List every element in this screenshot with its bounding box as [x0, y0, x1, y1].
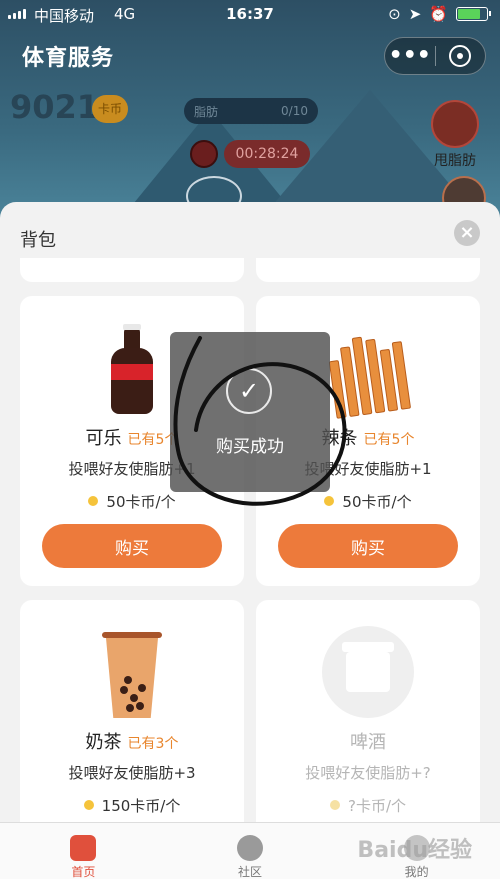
fat-progress-bar: 脂肪 0/10 — [184, 98, 318, 124]
page-title: 体育服务 — [22, 46, 115, 71]
check-circle-icon: ✓ — [226, 368, 272, 414]
item-price-row: 50卡币/个 — [256, 491, 480, 512]
fat-label: 脂肪 — [194, 104, 219, 119]
item-owned-count: 已有3个 — [127, 736, 179, 752]
tab-home[interactable]: 首页 — [0, 823, 167, 879]
item-price: ?卡币/个 — [347, 797, 406, 815]
item-price-row: ?卡币/个 — [256, 795, 480, 816]
home-icon — [70, 835, 97, 861]
coin-balance: 9021 — [10, 88, 100, 126]
item-price: 50卡币/个 — [106, 493, 176, 511]
buy-button-spicy-strips[interactable]: 购买 — [278, 524, 458, 568]
battery-icon — [456, 7, 491, 21]
tab-label: 社区 — [238, 865, 263, 879]
miniprogram-exit-icon — [449, 45, 472, 67]
miniprogram-exit-button[interactable] — [435, 45, 485, 67]
item-name: 奶茶 — [85, 732, 122, 753]
backpack-sheet: 背包 × 可乐 已有5个 投喂好友使脂肪+1 50卡币/个 购买 辣条 已有5个 投… — [0, 202, 500, 879]
orientation-lock-icon: ⊙ — [388, 5, 401, 23]
status-bar: 中国移动 4G 16:37 ⊙ ➤ ⏰ — [0, 0, 500, 30]
milk-tea-icon — [20, 618, 244, 718]
previous-card-left — [20, 258, 244, 282]
tab-community[interactable]: 社区 — [167, 823, 334, 879]
item-description: 投喂好友使脂肪+3 — [68, 764, 196, 782]
tab-label: 首页 — [71, 865, 96, 879]
shake-label: 甩脂肪 — [434, 153, 476, 169]
item-description: 投喂好友使脂肪+? — [305, 764, 431, 782]
item-price: 50卡币/个 — [342, 493, 412, 511]
coin-icon — [88, 496, 99, 506]
stopwatch-icon — [190, 140, 218, 168]
previous-card-right — [256, 258, 480, 282]
item-name-row: 奶茶 已有3个 — [20, 728, 244, 754]
alarm-icon: ⏰ — [429, 5, 448, 23]
miniprogram-capsule[interactable]: ••• — [384, 37, 486, 75]
close-icon[interactable]: × — [454, 220, 480, 246]
item-price-row: 50卡币/个 — [20, 491, 244, 512]
buy-button-cola[interactable]: 购买 — [42, 524, 222, 568]
countdown-timer: 00:28:24 — [224, 140, 310, 168]
tab-label: 我的 — [404, 865, 429, 879]
coin-badge: 卡币 — [92, 95, 128, 123]
item-price: 150卡币/个 — [101, 797, 181, 815]
purchase-success-toast: ✓ 购买成功 — [170, 332, 330, 492]
shake-fat-button[interactable]: 甩脂肪 — [420, 100, 490, 170]
fat-progress-value: 0/10 — [281, 104, 308, 118]
coin-icon — [329, 800, 340, 810]
watermark: Baidu经验 — [357, 838, 472, 863]
item-name: 可乐 — [85, 428, 122, 449]
ellipsis-icon[interactable]: ••• — [385, 41, 435, 71]
toast-message: 购买成功 — [216, 437, 284, 457]
shake-icon — [431, 100, 479, 148]
backpack-title: 背包 — [20, 230, 56, 251]
location-icon: ➤ — [408, 5, 422, 23]
item-price-row: 150卡币/个 — [20, 795, 244, 816]
chat-bubble-icon — [237, 835, 263, 861]
gift-locked-icon — [256, 618, 480, 718]
item-name-row: 啤酒 — [256, 728, 480, 754]
coin-icon — [324, 496, 335, 506]
item-name: 啤酒 — [350, 732, 386, 753]
item-owned-count: 已有5个 — [363, 432, 415, 448]
coin-icon — [83, 800, 94, 810]
